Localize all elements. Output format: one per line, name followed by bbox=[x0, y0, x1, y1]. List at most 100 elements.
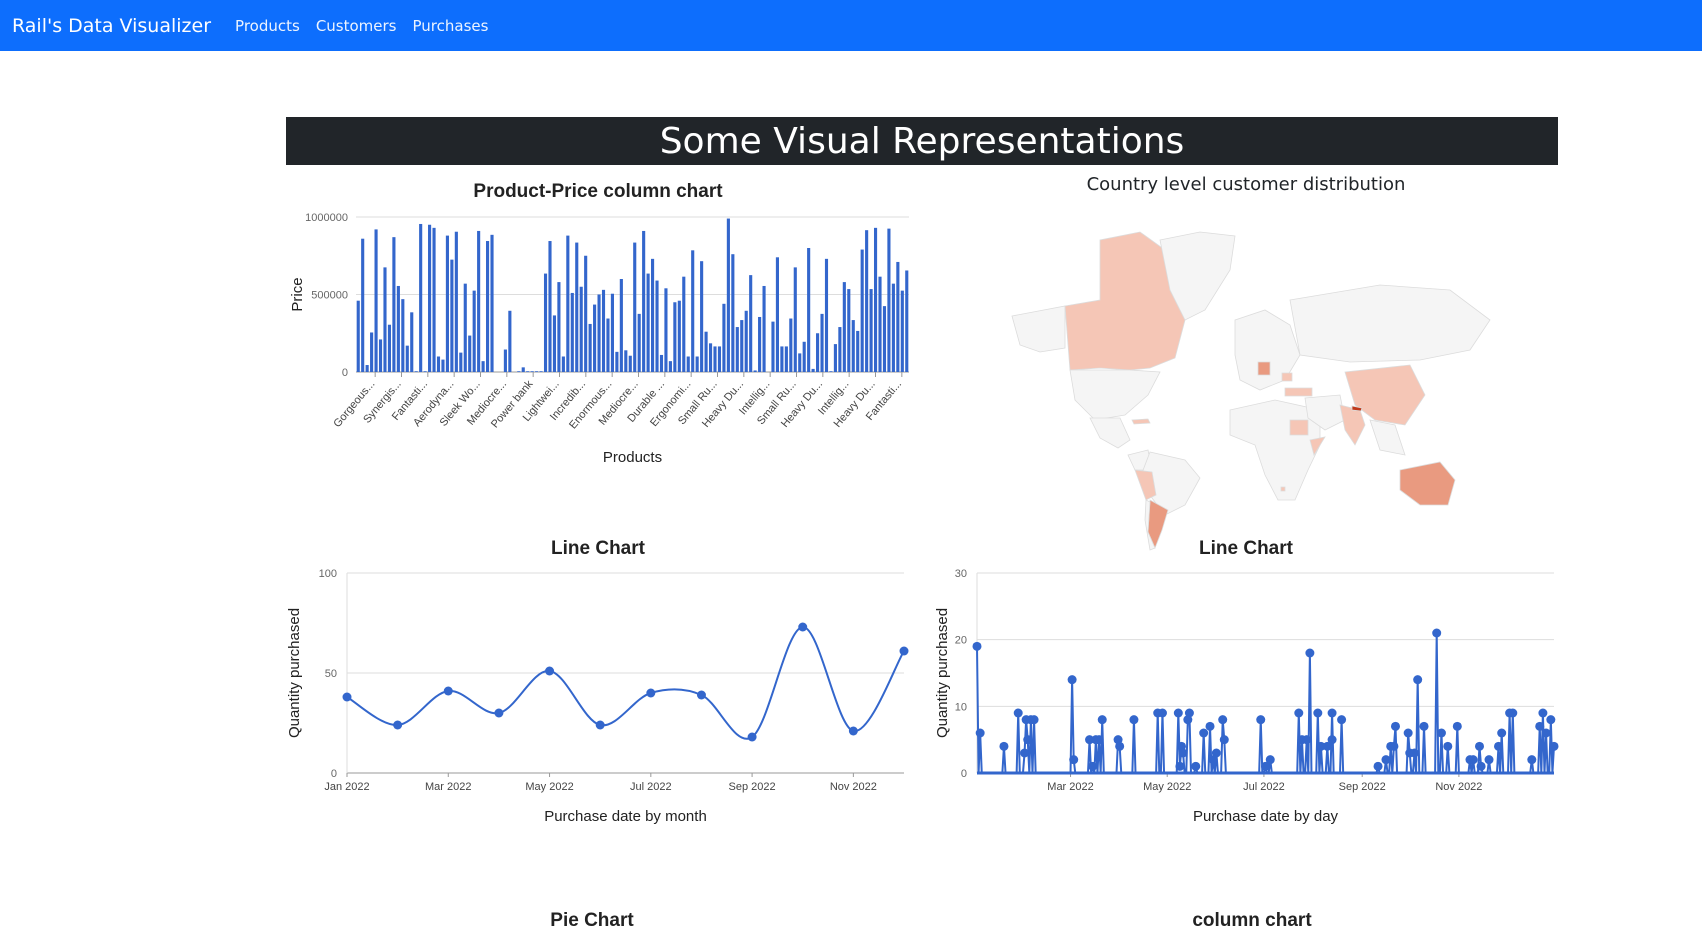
country-australia bbox=[1399, 461, 1456, 506]
bar bbox=[860, 249, 864, 372]
country-colombia bbox=[1127, 449, 1153, 471]
bar bbox=[387, 324, 392, 372]
bar bbox=[842, 282, 846, 372]
data-point bbox=[1218, 715, 1228, 725]
bar bbox=[615, 351, 619, 372]
bar bbox=[896, 261, 900, 372]
x-tick-label: Enormous... bbox=[567, 378, 614, 431]
bar bbox=[588, 323, 592, 372]
x-tick-label: Lightwei... bbox=[521, 378, 562, 424]
data-point bbox=[1208, 755, 1218, 765]
bar bbox=[606, 318, 610, 372]
bar bbox=[865, 230, 869, 372]
bar bbox=[838, 327, 842, 372]
nav-link-products[interactable]: Products bbox=[235, 17, 300, 35]
data-point bbox=[1297, 735, 1307, 745]
bar bbox=[396, 285, 400, 372]
bar bbox=[824, 258, 829, 372]
data-point bbox=[494, 708, 504, 718]
bar bbox=[633, 242, 637, 372]
country-germany bbox=[1257, 361, 1271, 376]
x-axis-label: Products bbox=[603, 449, 662, 466]
x-tick-label: Jul 2022 bbox=[1243, 781, 1285, 793]
x-tick-label: Nov 2022 bbox=[1435, 781, 1482, 793]
page-title-banner: Some Visual Representations bbox=[286, 117, 1558, 165]
data-point bbox=[1265, 755, 1275, 765]
bar bbox=[503, 349, 507, 372]
y-tick-label: 20 bbox=[955, 635, 967, 647]
x-tick-label: Sep 2022 bbox=[729, 781, 776, 793]
data-point bbox=[1305, 648, 1315, 658]
y-axis-label: Quantity purchased bbox=[286, 608, 303, 738]
data-point bbox=[1373, 761, 1383, 771]
bar bbox=[753, 370, 757, 372]
country-peru bbox=[1134, 469, 1157, 501]
x-tick-label: May 2022 bbox=[525, 781, 573, 793]
data-point bbox=[1452, 721, 1462, 731]
data-point bbox=[1302, 735, 1312, 745]
bar bbox=[695, 356, 699, 372]
bar bbox=[664, 288, 668, 372]
bar bbox=[543, 273, 548, 372]
y-tick-label: 50 bbox=[325, 668, 337, 680]
bar bbox=[410, 312, 414, 372]
data-point bbox=[1294, 708, 1304, 718]
country-alaska bbox=[1011, 305, 1066, 353]
y-tick-label: 0 bbox=[961, 768, 967, 780]
data-point bbox=[1337, 715, 1347, 725]
data-point bbox=[1013, 708, 1023, 718]
bar bbox=[361, 238, 365, 372]
bar bbox=[704, 331, 708, 372]
data-point bbox=[646, 688, 656, 698]
bar bbox=[816, 333, 820, 372]
x-tick-label: Sleek Wo... bbox=[438, 378, 483, 429]
nav-link-customers[interactable]: Customers bbox=[316, 17, 397, 35]
data-point bbox=[1538, 708, 1548, 718]
country-india bbox=[1339, 404, 1366, 446]
daily-line-chart-title: Line Chart bbox=[1199, 538, 1293, 559]
data-point bbox=[1176, 741, 1186, 751]
y-tick-label: 10 bbox=[955, 701, 967, 713]
x-tick-label: Mediocre... bbox=[465, 378, 509, 427]
bar bbox=[708, 343, 713, 372]
bar bbox=[593, 304, 597, 372]
bar bbox=[646, 273, 650, 372]
x-tick-label: Fantasti... bbox=[390, 378, 430, 423]
bar bbox=[584, 255, 588, 372]
bar bbox=[659, 354, 664, 372]
bar bbox=[370, 332, 374, 372]
data-point bbox=[1535, 721, 1545, 731]
nav-link-purchases[interactable]: Purchases bbox=[413, 17, 489, 35]
data-point bbox=[1088, 761, 1098, 771]
bar bbox=[780, 346, 784, 372]
bar bbox=[374, 229, 378, 372]
data-point bbox=[1191, 761, 1201, 771]
x-tick-label: Incredib... bbox=[548, 378, 588, 423]
data-point bbox=[1508, 708, 1518, 718]
navbar: Rail's Data Visualizer Products Customer… bbox=[0, 0, 1702, 51]
bar bbox=[450, 259, 454, 372]
bar bbox=[771, 321, 775, 372]
bar bbox=[731, 254, 735, 372]
bar bbox=[610, 293, 614, 372]
y-axis-label: Quantity purchased bbox=[934, 608, 951, 738]
data-point bbox=[1113, 735, 1123, 745]
brand-link[interactable]: Rail's Data Visualizer bbox=[12, 15, 211, 37]
bar bbox=[735, 327, 739, 372]
data-point bbox=[1023, 735, 1033, 745]
bar bbox=[833, 344, 837, 372]
bar bbox=[445, 235, 449, 372]
data-point bbox=[1178, 748, 1188, 758]
data-point bbox=[1316, 741, 1326, 751]
data-point bbox=[1157, 708, 1167, 718]
data-point bbox=[393, 720, 403, 730]
data-point bbox=[1205, 721, 1215, 731]
bar bbox=[637, 313, 641, 372]
bar bbox=[477, 230, 481, 372]
bar bbox=[802, 341, 806, 372]
bar bbox=[686, 356, 690, 372]
x-tick-label: Jul 2022 bbox=[630, 781, 672, 793]
bar bbox=[481, 361, 485, 372]
data-point bbox=[848, 726, 858, 736]
monthly-line-chart-title: Line Chart bbox=[551, 538, 645, 559]
